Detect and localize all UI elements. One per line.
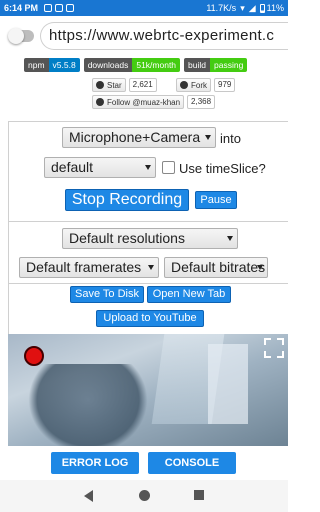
github-icon [180,81,188,89]
home-icon[interactable] [139,490,150,501]
url-input[interactable]: https://www.webrtc-experiment.c [40,22,288,50]
recording-indicator-icon [24,346,44,366]
upload-youtube-button[interactable]: Upload to YouTube [96,310,204,327]
battery-indicator: 11% [259,3,284,13]
video-preview[interactable] [8,334,288,446]
debug-bar: ERROR LOG CONSOLE [0,446,288,480]
chevron-down-icon [257,265,263,270]
follow-button[interactable]: Follow @muaz-khan [92,95,185,109]
github-fork: Fork 979 [176,78,236,92]
follow-count[interactable]: 2,368 [187,95,216,109]
network-speed: 11.7K/s [206,3,237,13]
github-icon [96,81,104,89]
status-bar: 6:14 PM 11.7K/s ▾ ◢ 11% [0,0,288,16]
error-log-button[interactable]: ERROR LOG [51,452,139,474]
chevron-down-icon [227,236,233,241]
timeslice-label: Use timeSlice? [179,161,266,176]
download-icon [66,4,75,12]
open-new-tab-button[interactable]: Open New Tab [147,286,231,303]
resolution-select[interactable]: Default resolutions [62,228,238,249]
pause-button[interactable]: Pause [195,191,237,209]
save-to-disk-button[interactable]: Save To Disk [70,286,144,303]
signal-icon: ◢ [248,2,256,13]
fork-count[interactable]: 979 [214,78,236,92]
bitrate-select[interactable]: Default bitrates [164,257,268,278]
chevron-down-icon [205,135,211,140]
npm-badge[interactable]: npm v5.5.8 [24,58,80,72]
github-icon [96,98,104,106]
toggle-switch[interactable] [8,28,34,44]
system-nav-bar [0,480,288,512]
shadow-area [28,364,148,446]
screen: 6:14 PM 11.7K/s ▾ ◢ 11% https://www.webr… [0,0,288,512]
clock: 6:14 PM [4,3,39,13]
wifi-icon: ▾ [240,2,245,13]
mime-select[interactable]: default [44,157,156,178]
star-button[interactable]: Star [92,78,126,92]
source-select[interactable]: Microphone+Camera [62,127,216,148]
notification-icon [44,4,53,12]
browser-toolbar: https://www.webrtc-experiment.c [0,16,288,56]
github-follow: Follow @muaz-khan 2,368 [92,95,216,109]
fullscreen-icon[interactable] [264,338,284,358]
back-icon[interactable] [84,490,93,502]
build-badge[interactable]: build passing [184,58,248,72]
downloads-badge[interactable]: downloads 51k/month [83,58,181,72]
chevron-down-icon [145,165,151,170]
star-count[interactable]: 2,621 [128,78,157,92]
fork-button[interactable]: Fork [176,78,211,92]
stop-recording-button[interactable]: Stop Recording [65,189,189,211]
recent-apps-icon[interactable] [194,490,204,500]
app-icon [55,4,64,12]
window-reflection [208,344,248,424]
framerate-select[interactable]: Default framerates [19,257,159,278]
battery-icon [259,3,265,13]
badge-row: npm v5.5.8 downloads 51k/month build pas… [24,58,251,72]
timeslice-checkbox[interactable] [162,161,175,174]
into-label: into [220,131,241,146]
console-button[interactable]: CONSOLE [148,452,236,474]
chevron-down-icon [148,265,154,270]
github-star: Star 2,621 [92,78,157,92]
